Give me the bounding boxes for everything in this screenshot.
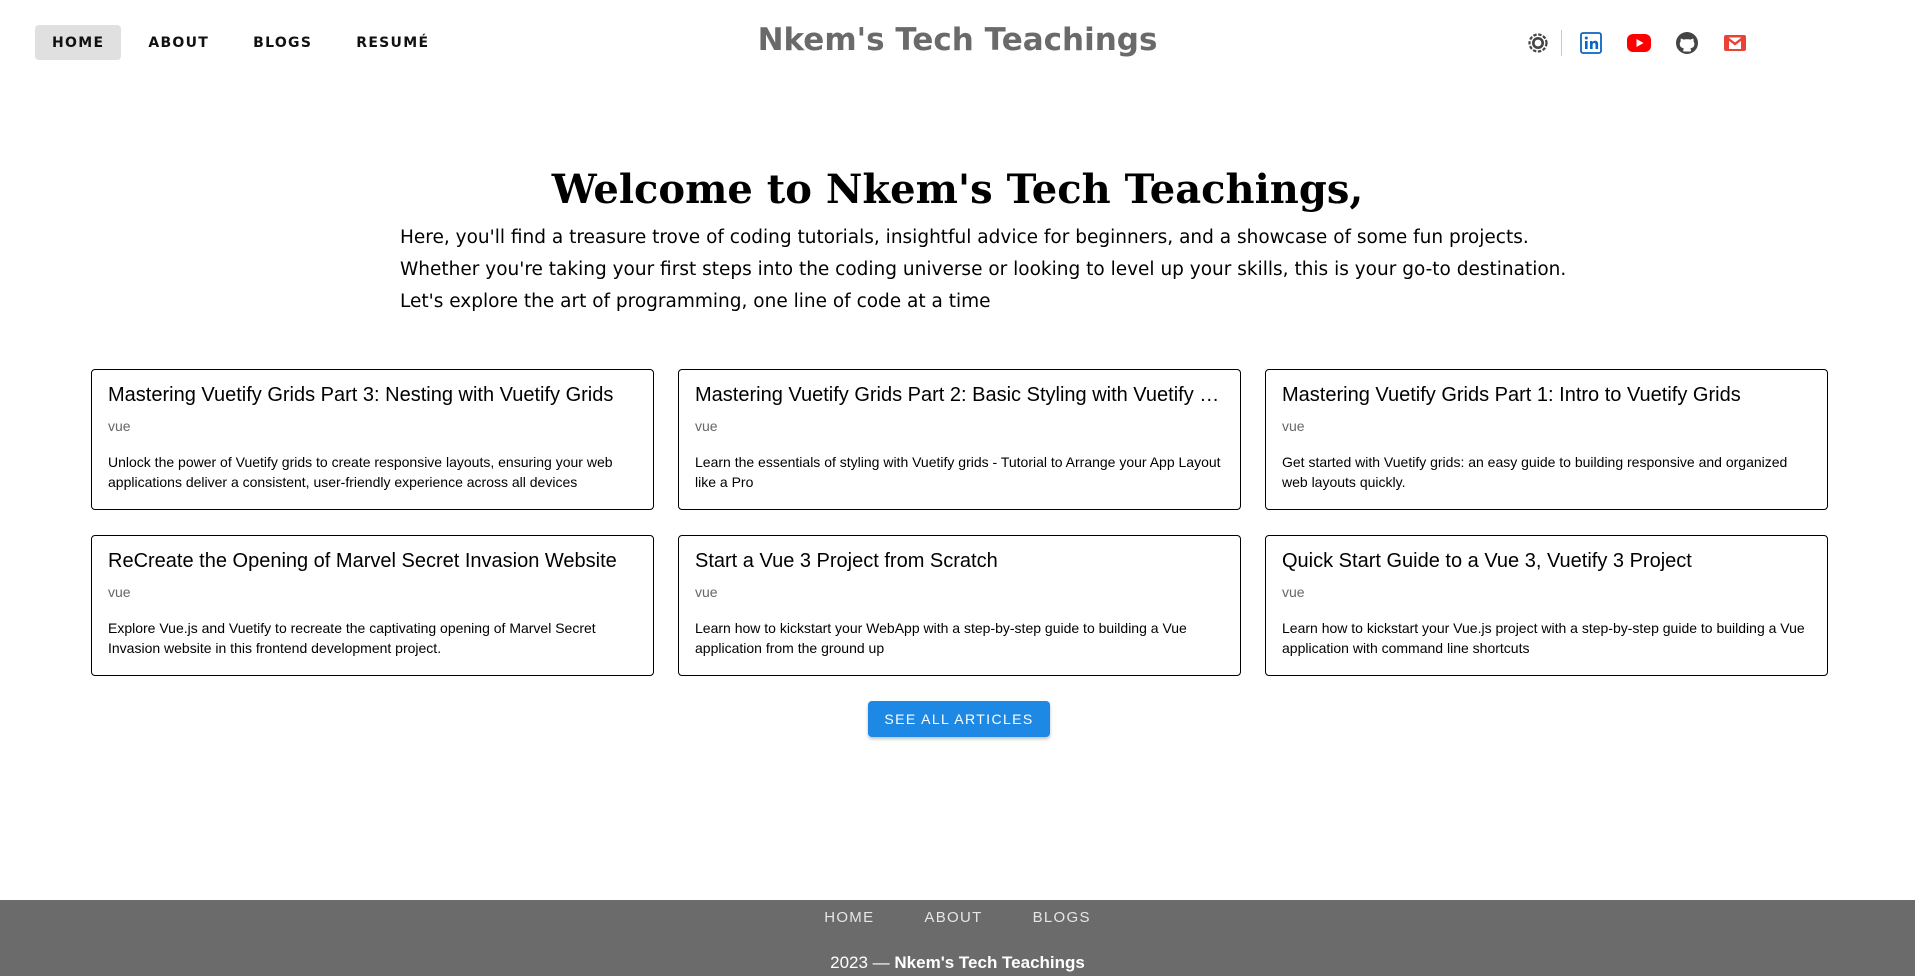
- article-title[interactable]: Start a Vue 3 Project from Scratch: [695, 548, 1224, 574]
- article-title[interactable]: Mastering Vuetify Grids Part 3: Nesting …: [108, 382, 637, 408]
- footer-blogs-link[interactable]: BLOGS: [1008, 908, 1116, 928]
- article-tag: vue: [695, 418, 718, 434]
- article-card[interactable]: Mastering Vuetify Grids Part 1: Intro to…: [1265, 369, 1828, 510]
- article-description: Explore Vue.js and Vuetify to recreate t…: [108, 620, 596, 656]
- social-links: [1523, 28, 1750, 58]
- gmail-icon[interactable]: [1720, 28, 1750, 58]
- site-header: HOME ABOUT BLOGS RESUMÉ Nkem's Tech Teac…: [0, 0, 1915, 86]
- linkedin-icon[interactable]: [1576, 28, 1606, 58]
- article-description: Learn the essentials of styling with Vue…: [695, 454, 1221, 490]
- article-card[interactable]: Start a Vue 3 Project from Scratch vue L…: [678, 535, 1241, 676]
- article-grid: Mastering Vuetify Grids Part 3: Nesting …: [91, 369, 1828, 676]
- github-icon[interactable]: [1672, 28, 1702, 58]
- footer-copyright: 2023 — Nkem's Tech Teachings: [0, 953, 1915, 973]
- icon-divider: [1561, 30, 1562, 56]
- copyright-year: 2023 —: [830, 953, 890, 972]
- theme-toggle-icon[interactable]: [1523, 28, 1553, 58]
- article-title[interactable]: Quick Start Guide to a Vue 3, Vuetify 3 …: [1282, 548, 1811, 574]
- article-description: Get started with Vuetify grids: an easy …: [1282, 454, 1788, 490]
- article-title[interactable]: ReCreate the Opening of Marvel Secret In…: [108, 548, 637, 574]
- article-title[interactable]: Mastering Vuetify Grids Part 1: Intro to…: [1282, 382, 1811, 408]
- article-card[interactable]: ReCreate the Opening of Marvel Secret In…: [91, 535, 654, 676]
- footer-about-link[interactable]: ABOUT: [899, 908, 1007, 928]
- youtube-icon[interactable]: [1624, 28, 1654, 58]
- article-tag: vue: [695, 584, 718, 600]
- article-description: Learn how to kickstart your Vue.js proje…: [1282, 620, 1805, 656]
- article-card[interactable]: Mastering Vuetify Grids Part 3: Nesting …: [91, 369, 654, 510]
- article-tag: vue: [1282, 584, 1305, 600]
- copyright-site-name: Nkem's Tech Teachings: [894, 953, 1085, 972]
- article-card[interactable]: Mastering Vuetify Grids Part 2: Basic St…: [678, 369, 1241, 510]
- article-description: Unlock the power of Vuetify grids to cre…: [108, 454, 613, 490]
- see-all-articles-button[interactable]: SEE ALL ARTICLES: [868, 701, 1050, 737]
- article-tag: vue: [108, 418, 131, 434]
- footer-nav: HOME ABOUT BLOGS: [0, 908, 1915, 928]
- welcome-heading: Welcome to Nkem's Tech Teachings,: [551, 166, 1364, 213]
- footer-home-link[interactable]: HOME: [799, 908, 899, 928]
- intro-line: Here, you'll find a treasure trove of co…: [400, 227, 1529, 248]
- article-tag: vue: [108, 584, 131, 600]
- site-footer: HOME ABOUT BLOGS 2023 — Nkem's Tech Teac…: [0, 900, 1915, 976]
- intro-text: Here, you'll find a treasure trove of co…: [400, 222, 1600, 318]
- intro-line: Whether you're taking your first steps i…: [400, 259, 1567, 280]
- article-description: Learn how to kickstart your WebApp with …: [695, 620, 1187, 656]
- article-title[interactable]: Mastering Vuetify Grids Part 2: Basic St…: [695, 382, 1224, 408]
- article-tag: vue: [1282, 418, 1305, 434]
- intro-line: Let's explore the art of programming, on…: [400, 291, 991, 312]
- article-card[interactable]: Quick Start Guide to a Vue 3, Vuetify 3 …: [1265, 535, 1828, 676]
